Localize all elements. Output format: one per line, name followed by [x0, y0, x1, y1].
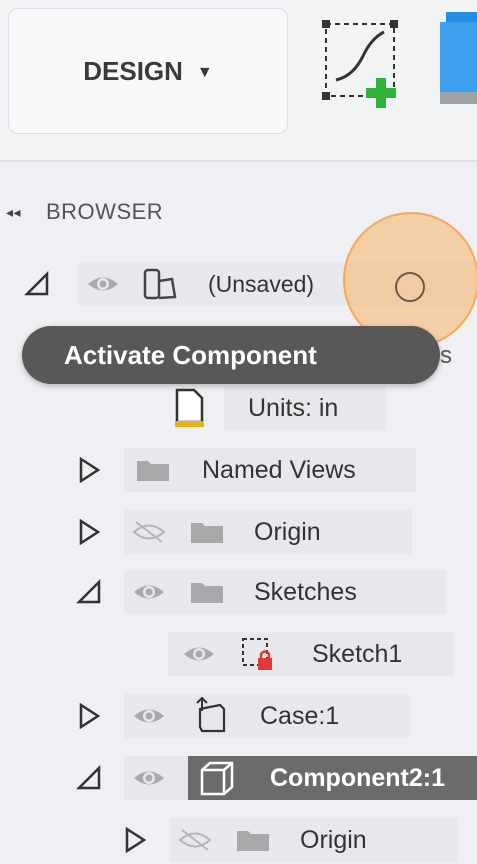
- collapsed-triangle-icon[interactable]: [76, 519, 102, 545]
- collapsed-triangle-icon[interactable]: [122, 827, 148, 853]
- toolbar-divider: [0, 160, 477, 162]
- hidden-eye-icon[interactable]: [132, 519, 166, 545]
- activate-component-radio[interactable]: [395, 272, 425, 302]
- browser-title: BROWSER: [46, 199, 164, 224]
- component2-label: Component2:1: [270, 763, 445, 792]
- tree-row-named-views[interactable]: Named Views: [76, 446, 416, 494]
- folder-icon: [137, 461, 169, 481]
- sketch1-cell[interactable]: Sketch1: [168, 632, 454, 676]
- visibility-eye-icon[interactable]: [132, 765, 166, 791]
- named-views-cell[interactable]: Named Views: [124, 448, 416, 492]
- tree-row-sketch1[interactable]: Sketch1: [168, 630, 454, 678]
- visibility-eye-icon[interactable]: [86, 271, 120, 297]
- origin-label: Origin: [254, 517, 321, 546]
- case-cell[interactable]: Case:1: [124, 694, 410, 738]
- folder-icon: [191, 583, 223, 603]
- toolbar: DESIGN ▼: [0, 0, 477, 160]
- case-label: Case:1: [260, 701, 340, 730]
- locked-sketch-icon: [242, 638, 272, 670]
- component-icon: [143, 268, 177, 300]
- sketches-cell[interactable]: Sketches: [124, 570, 446, 614]
- tree-row-origin-2[interactable]: Origin: [122, 816, 458, 864]
- folder-icon: [237, 831, 269, 851]
- sketches-label: Sketches: [254, 577, 357, 606]
- chevron-down-icon: ▼: [196, 64, 213, 81]
- collapsed-triangle-icon[interactable]: [76, 457, 102, 483]
- expanded-triangle-icon[interactable]: [76, 765, 102, 791]
- tree-row-origin[interactable]: Origin: [76, 508, 412, 556]
- create-sketch-icon[interactable]: [320, 18, 415, 108]
- root-label: (Unsaved): [208, 270, 315, 297]
- tree-row-units[interactable]: Units: in: [172, 384, 386, 432]
- solid-box-icon[interactable]: [440, 12, 477, 104]
- document-units-icon: [175, 388, 204, 427]
- expanded-triangle-icon[interactable]: [24, 271, 50, 297]
- tooltip: Activate Component: [22, 326, 440, 384]
- component-box-icon: [200, 761, 234, 796]
- units-cell[interactable]: Units: in: [224, 386, 386, 430]
- obscured-label-fragment: s: [440, 342, 452, 369]
- tree-row-sketches[interactable]: Sketches: [76, 568, 446, 616]
- named-views-label: Named Views: [202, 455, 356, 484]
- workspace-dropdown[interactable]: DESIGN ▼: [8, 8, 288, 134]
- tooltip-text: Activate Component: [64, 339, 317, 370]
- visibility-eye-icon[interactable]: [132, 579, 166, 605]
- linked-component-icon: [196, 697, 226, 733]
- origin-cell[interactable]: Origin: [124, 510, 412, 554]
- visibility-eye-icon[interactable]: [132, 703, 166, 729]
- units-label: Units: in: [248, 393, 339, 422]
- tree-row-case[interactable]: Case:1: [76, 692, 410, 740]
- expanded-triangle-icon[interactable]: [76, 579, 102, 605]
- collapsed-triangle-icon[interactable]: [76, 703, 102, 729]
- workspace-label: DESIGN: [83, 55, 183, 86]
- origin-2-cell[interactable]: Origin: [170, 818, 458, 862]
- collapse-panel-icon[interactable]: ◂◂: [6, 204, 46, 221]
- hidden-eye-icon[interactable]: [178, 827, 212, 853]
- origin-2-label: Origin: [300, 825, 367, 854]
- visibility-eye-icon[interactable]: [182, 641, 216, 667]
- folder-icon: [191, 523, 223, 543]
- sketch1-label: Sketch1: [312, 639, 403, 668]
